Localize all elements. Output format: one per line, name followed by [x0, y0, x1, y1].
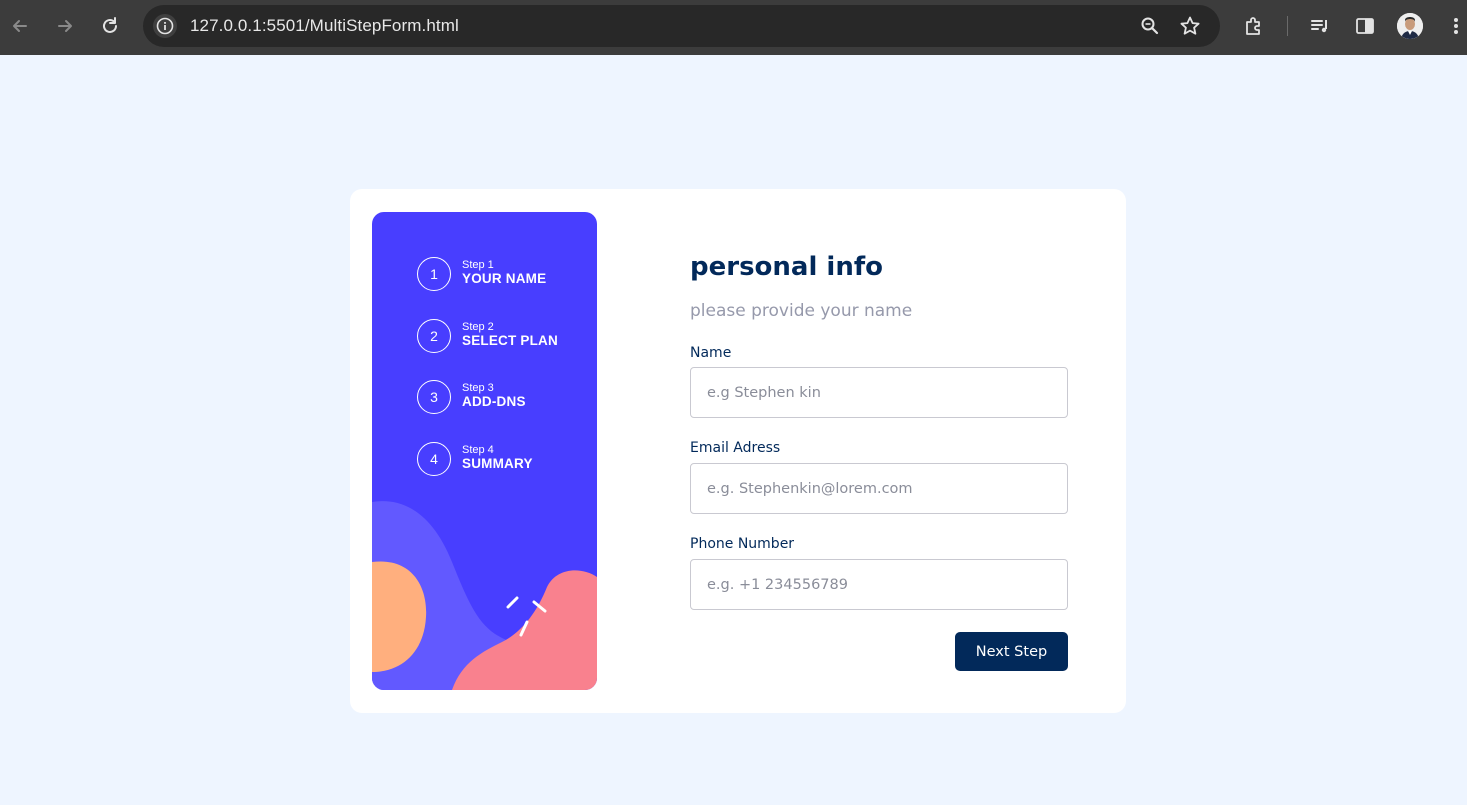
email-input[interactable] — [690, 463, 1068, 514]
url-host: 127.0.0.1 — [190, 16, 262, 35]
step-number-circle: 1 — [417, 257, 451, 291]
step-1[interactable]: 1 Step 1 YOUR NAME — [417, 257, 597, 293]
name-input[interactable] — [690, 367, 1068, 418]
star-icon[interactable] — [1179, 15, 1201, 37]
reading-list-icon[interactable] — [1308, 14, 1332, 38]
step-number-circle: 2 — [417, 319, 451, 353]
url-path: :5501/MultiStepForm.html — [261, 16, 459, 35]
phone-input[interactable] — [690, 559, 1068, 610]
address-bar[interactable]: 127.0.0.1:5501/MultiStepForm.html — [143, 5, 1220, 47]
step-title: ADD-DNS — [462, 394, 526, 409]
step-caption: Step 4 — [462, 444, 494, 456]
name-label: Name — [690, 345, 732, 361]
reload-icon[interactable] — [96, 12, 124, 40]
step-caption: Step 3 — [462, 382, 494, 394]
step-2[interactable]: 2 Step 2 SELECT PLAN — [417, 319, 597, 355]
extensions-icon[interactable] — [1242, 14, 1266, 38]
forward-arrow-icon[interactable] — [51, 12, 79, 40]
more-menu-icon[interactable] — [1444, 14, 1467, 38]
toolbar-separator — [1287, 16, 1288, 36]
step-title: SELECT PLAN — [462, 333, 558, 348]
profile-avatar-icon[interactable] — [1397, 13, 1423, 39]
browser-toolbar: 127.0.0.1:5501/MultiStepForm.html — [0, 0, 1467, 55]
steps-sidebar: 1 Step 1 YOUR NAME 2 Step 2 SELECT PLAN … — [372, 212, 597, 690]
site-info-icon[interactable] — [153, 14, 177, 38]
url-text: 127.0.0.1:5501/MultiStepForm.html — [190, 16, 459, 36]
step-4[interactable]: 4 Step 4 SUMMARY — [417, 442, 597, 478]
side-panel-icon[interactable] — [1353, 14, 1377, 38]
email-label: Email Adress — [690, 440, 781, 456]
step-number-circle: 4 — [417, 442, 451, 476]
step-caption: Step 1 — [462, 259, 494, 271]
zoom-icon[interactable] — [1139, 15, 1161, 37]
step-title: SUMMARY — [462, 456, 533, 471]
next-step-button[interactable]: Next Step — [955, 632, 1068, 671]
form-subtitle: please provide your name — [690, 301, 913, 321]
back-arrow-icon[interactable] — [6, 12, 34, 40]
form-title: personal info — [690, 252, 884, 282]
step-number-circle: 3 — [417, 380, 451, 414]
step-caption: Step 2 — [462, 321, 494, 333]
form-card: 1 Step 1 YOUR NAME 2 Step 2 SELECT PLAN … — [350, 189, 1126, 713]
personal-info-form: personal info please provide your name N… — [690, 189, 1090, 713]
step-3[interactable]: 3 Step 3 ADD-DNS — [417, 380, 597, 416]
step-title: YOUR NAME — [462, 271, 547, 286]
phone-label: Phone Number — [690, 536, 795, 552]
